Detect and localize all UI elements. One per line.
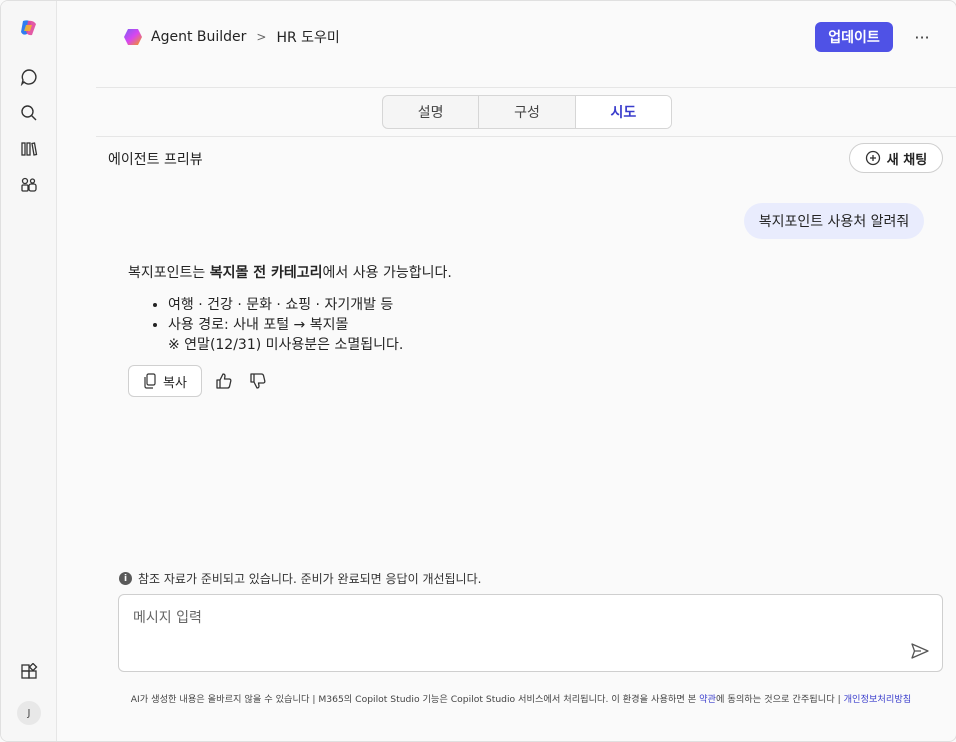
disclaimer-text-mid: 에 동의하는 것으로 간주됩니다 |	[716, 694, 844, 705]
new-chat-label: 새 채팅	[886, 152, 928, 168]
preview-title: 에이전트 프리뷰	[108, 152, 203, 168]
info-icon: i	[119, 572, 132, 585]
message-composer	[118, 594, 943, 672]
tab-configure[interactable]: 구성	[479, 96, 576, 128]
list-item: 사용 경로: 사내 포털 → 복지몰 ※ 연말(12/31) 미사용분은 소멸됩…	[168, 315, 452, 355]
thumbs-down-icon[interactable]	[246, 369, 270, 393]
chevron-right-icon: >	[256, 30, 267, 44]
apps-icon[interactable]	[18, 661, 40, 683]
answer-intro-prefix: 복지포인트는	[128, 265, 210, 281]
search-icon[interactable]	[18, 102, 40, 124]
list-item: 여행 · 건강 · 문화 · 쇼핑 · 자기개발 등	[168, 295, 452, 315]
notice-text: 참조 자료가 준비되고 있습니다. 준비가 완료되면 응답이 개선됩니다.	[138, 572, 482, 586]
app-window: J Agent Builder > HR 도우미 업데이트 ··· 설명 구성 …	[0, 0, 956, 742]
disclaimer-text: AI가 생성한 내용은 올바르지 않을 수 있습니다 | M365의 Copil…	[130, 694, 700, 705]
user-message-bubble: 복지포인트 사용처 알려줘	[744, 203, 924, 239]
message-input[interactable]	[131, 605, 895, 639]
header: Agent Builder > HR 도우미 업데이트 ···	[96, 1, 956, 88]
left-rail: J	[1, 1, 57, 741]
agents-icon[interactable]	[18, 174, 40, 196]
chat-icon[interactable]	[18, 66, 40, 88]
terms-link[interactable]: 약관	[699, 694, 716, 705]
more-options-icon[interactable]: ···	[911, 25, 933, 49]
answer-intro-bold: 복지몰 전 카테고리	[209, 265, 323, 281]
breadcrumb: Agent Builder > HR 도우미	[123, 27, 340, 47]
avatar[interactable]: J	[17, 701, 41, 725]
divider	[96, 136, 956, 137]
copilot-logo-icon[interactable]	[18, 17, 40, 39]
thumbs-up-icon[interactable]	[212, 369, 236, 393]
list-item-text: 사용 경로: 사내 포털 → 복지몰	[168, 317, 349, 333]
tab-bar: 설명 구성 시도	[382, 95, 672, 129]
disclaimer: AI가 생성한 내용은 올바르지 않을 수 있습니다 | M365의 Copil…	[116, 690, 926, 709]
answer-intro-suffix: 에서 사용 가능합니다.	[322, 265, 452, 281]
add-chat-icon	[865, 150, 881, 166]
assistant-message: 복지포인트는 복지몰 전 카테고리에서 사용 가능합니다. 여행 · 건강 · …	[128, 263, 452, 355]
tab-description[interactable]: 설명	[383, 96, 480, 128]
copy-label: 복사	[163, 375, 187, 391]
answer-intro: 복지포인트는 복지몰 전 카테고리에서 사용 가능합니다.	[128, 263, 452, 283]
privacy-link[interactable]: 개인정보처리방침	[844, 694, 912, 705]
copy-icon	[143, 373, 157, 389]
send-icon[interactable]	[908, 639, 932, 663]
update-button[interactable]: 업데이트	[815, 22, 893, 52]
answer-list: 여행 · 건강 · 문화 · 쇼핑 · 자기개발 등 사용 경로: 사내 포털 …	[128, 295, 452, 355]
library-icon[interactable]	[18, 138, 40, 160]
new-chat-button[interactable]: 새 채팅	[849, 143, 943, 173]
agent-builder-logo-icon	[123, 28, 143, 46]
message-actions: 복사	[128, 365, 270, 397]
answer-note: ※ 연말(12/31) 미사용분은 소멸됩니다.	[168, 337, 404, 353]
copy-button[interactable]: 복사	[128, 365, 202, 397]
tab-try[interactable]: 시도	[575, 96, 671, 128]
breadcrumb-agent[interactable]: HR 도우미	[276, 27, 339, 47]
status-notice: i 참조 자료가 준비되고 있습니다. 준비가 완료되면 응답이 개선됩니다.	[119, 570, 481, 587]
breadcrumb-app[interactable]: Agent Builder	[151, 29, 246, 45]
